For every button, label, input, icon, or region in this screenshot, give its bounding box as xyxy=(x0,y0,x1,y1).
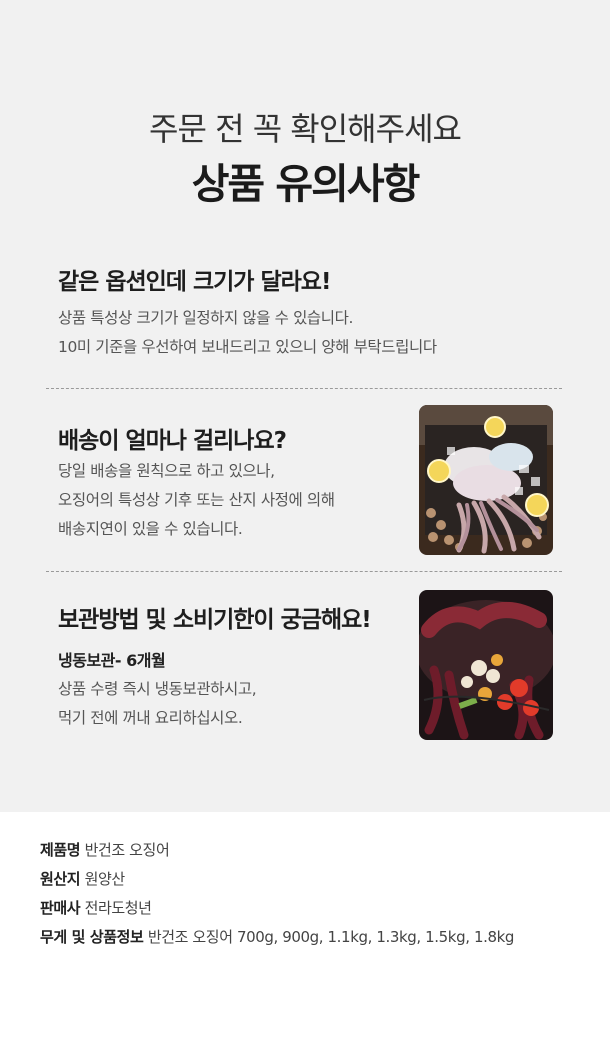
info-key: 제품명 xyxy=(40,841,81,859)
body-line: 상품 수령 즉시 냉동보관하시고, xyxy=(58,680,257,698)
info-value: 반건조 오징어 xyxy=(84,841,170,859)
section-heading-storage: 보관방법 및 소비기한이 궁금해요! xyxy=(58,607,372,633)
body-line: 오징어의 특성상 기후 또는 산지 사정에 의해 xyxy=(58,491,335,509)
storage-period-label: 냉동보관- 6개월 xyxy=(58,651,166,670)
product-info-row: 판매사 전라도청년 xyxy=(40,894,514,923)
product-info-row: 무게 및 상품정보 반건조 오징어 700g, 900g, 1.1kg, 1.3… xyxy=(40,923,514,952)
section-heading-size: 같은 옵션인데 크기가 달라요! xyxy=(58,269,331,295)
product-info: 제품명 반건조 오징어 원산지 원양산 판매사 전라도청년 무게 및 상품정보 … xyxy=(40,836,514,952)
info-value: 원양산 xyxy=(84,870,126,888)
body-line: 당일 배송을 원칙으로 하고 있으나, xyxy=(58,462,275,480)
section-heading-shipping: 배송이 얼마나 걸리나요? xyxy=(58,428,287,454)
info-value: 전라도청년 xyxy=(84,899,152,917)
grilled-squid-photo xyxy=(419,590,553,740)
body-line: 배송지연이 있을 수 있습니다. xyxy=(58,520,243,538)
section-divider xyxy=(46,571,562,572)
body-line: 10미 기준을 우선하여 보내드리고 있으니 양해 부탁드립니다 xyxy=(58,338,437,356)
notice-subtitle: 주문 전 꼭 확인해주세요 xyxy=(149,110,462,148)
section-body-size: 상품 특성상 크기가 일정하지 않을 수 있습니다. 10미 기준을 우선하여 … xyxy=(58,304,437,362)
notice-panel: 주문 전 꼭 확인해주세요 상품 유의사항 같은 옵션인데 크기가 달라요! 상… xyxy=(0,0,610,812)
product-info-row: 제품명 반건조 오징어 xyxy=(40,836,514,865)
body-line: 먹기 전에 꺼내 요리하십시오. xyxy=(58,709,243,727)
section-divider xyxy=(46,388,562,389)
info-value: 반건조 오징어 700g, 900g, 1.1kg, 1.3kg, 1.5kg,… xyxy=(147,928,515,946)
info-key: 무게 및 상품정보 xyxy=(40,928,144,946)
body-line: 상품 특성상 크기가 일정하지 않을 수 있습니다. xyxy=(58,309,354,327)
product-info-row: 원산지 원양산 xyxy=(40,865,514,894)
section-body-storage: 상품 수령 즉시 냉동보관하시고, 먹기 전에 꺼내 요리하십시오. xyxy=(58,675,257,733)
notice-title: 상품 유의사항 xyxy=(191,160,421,208)
info-key: 원산지 xyxy=(40,870,81,888)
squid-on-ice-photo xyxy=(419,405,553,555)
info-key: 판매사 xyxy=(40,899,81,917)
section-body-shipping: 당일 배송을 원칙으로 하고 있으나, 오징어의 특성상 기후 또는 산지 사정… xyxy=(58,457,335,544)
